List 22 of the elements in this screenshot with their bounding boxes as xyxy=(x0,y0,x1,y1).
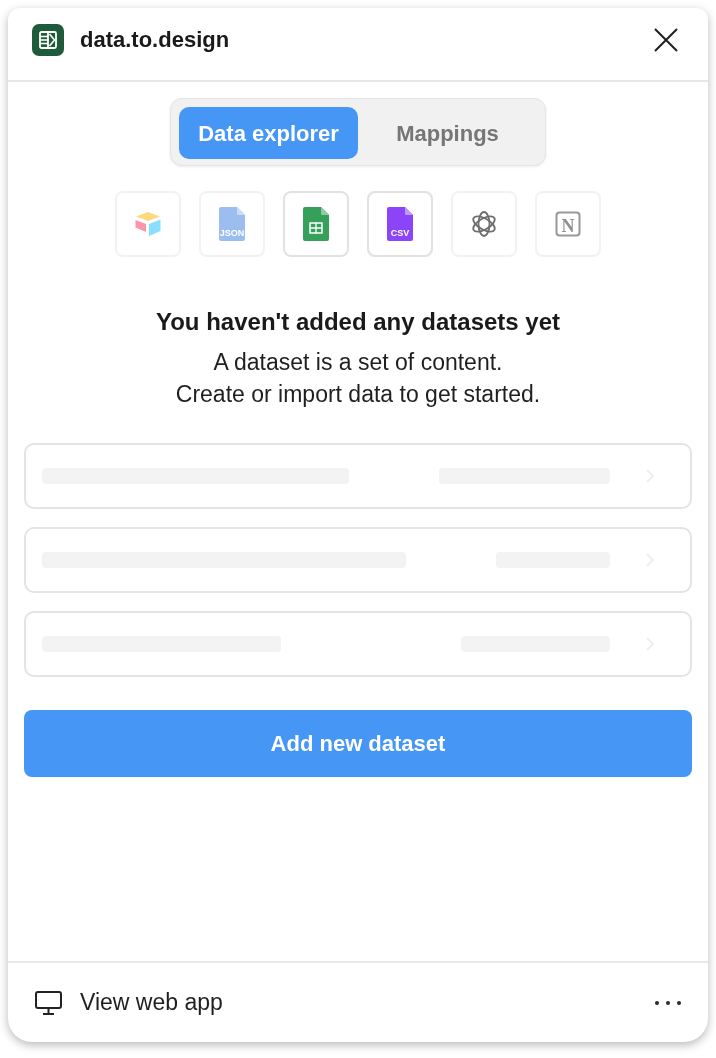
tab[interactable]: Mappings xyxy=(358,107,537,159)
close-icon xyxy=(654,28,678,52)
monitor-icon xyxy=(35,990,62,1015)
source-tile[interactable]: CSV xyxy=(367,191,433,257)
cube-logo-icon xyxy=(134,211,162,237)
source-tile[interactable]: JSON xyxy=(199,191,265,257)
close-button[interactable] xyxy=(652,26,680,54)
empty-state-text: A dataset is a set of content. xyxy=(213,348,503,377)
file-icon: CSV xyxy=(387,207,413,241)
interlocked-rings-icon xyxy=(470,210,498,238)
view-web-app-button[interactable]: View web app xyxy=(35,985,223,1020)
source-tile[interactable] xyxy=(283,191,349,257)
more-icon xyxy=(655,1000,681,1005)
empty-state-title: You haven't added any datasets yet xyxy=(155,307,561,337)
add-dataset-button[interactable]: Add new dataset xyxy=(24,710,692,777)
file-icon: JSON xyxy=(219,207,245,241)
source-tile[interactable] xyxy=(451,191,517,257)
empty-state-text: Create or import data to get started. xyxy=(175,380,541,409)
logo-icon xyxy=(32,24,64,56)
tab[interactable]: Data explorer xyxy=(179,107,358,159)
window-title: data.to.design xyxy=(80,26,230,54)
letter-block-icon: N xyxy=(555,211,581,237)
